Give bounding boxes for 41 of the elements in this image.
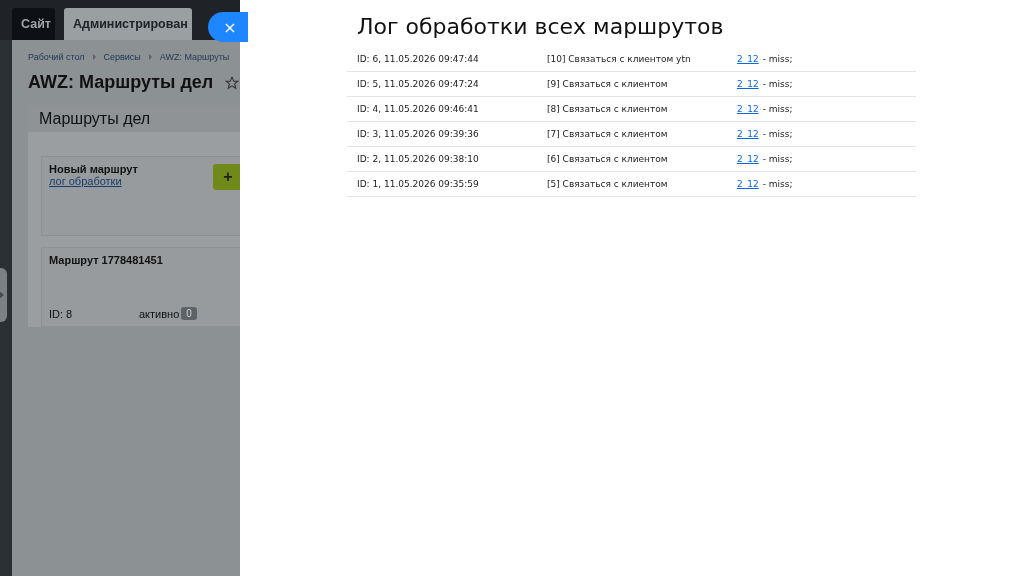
- table-cell-text: [9] Связаться с клиентом: [547, 79, 669, 89]
- table-cell-text: ID: 6, 11.05.2026 09:47:44: [357, 54, 480, 64]
- breadcrumb-link[interactable]: Рабочий стол: [28, 52, 85, 62]
- table-cell-text: [6] Связаться с клиентом: [547, 154, 669, 164]
- entity-link[interactable]: 2_12: [737, 54, 759, 64]
- table-cell-text: ID: 5, 11.05.2026 09:47:24: [357, 79, 480, 89]
- table-cell-text: ID: 1, 11.05.2026 09:35:59: [357, 179, 480, 189]
- table-cell-text: ID: 4, 11.05.2026 09:46:41: [357, 104, 480, 114]
- table-cell-text: [10] Связаться с клиентом ytn: [547, 54, 692, 64]
- route-id: ID: 8: [49, 307, 74, 320]
- table-cell-text: [7] Связаться с клиентом: [547, 129, 669, 139]
- table-cell: - miss;: [762, 79, 793, 89]
- table-cell-text: [8] Связаться с клиентом: [547, 104, 669, 114]
- table-cell: - miss;: [762, 154, 793, 164]
- table-cell: - miss;: [762, 104, 793, 114]
- breadcrumb-link[interactable]: Сервисы: [103, 52, 141, 62]
- table-cell: - miss;: [762, 54, 793, 64]
- add-button[interactable]: +: [213, 164, 240, 190]
- status-label: активно: [139, 307, 180, 320]
- entity-link[interactable]: 2_12: [737, 154, 759, 164]
- log-link[interactable]: лог обработки: [49, 175, 122, 187]
- star-icon[interactable]: [225, 75, 240, 90]
- table-cell: - miss;: [762, 129, 793, 139]
- entity-link[interactable]: 2_12: [737, 179, 759, 189]
- table-cell-text: ID: 2, 11.05.2026 09:38:10: [357, 154, 480, 164]
- tab[interactable]: Администрирован: [63, 8, 192, 40]
- route-title: Маршрут 1778481451: [49, 254, 164, 266]
- entity-link[interactable]: 2_12: [737, 79, 759, 89]
- card-title: Маршруты дел: [39, 109, 151, 128]
- entity-link[interactable]: 2_12: [737, 104, 759, 114]
- tab[interactable]: Сайт: [12, 8, 55, 40]
- breadcrumb-link[interactable]: AWZ: Маршруты: [159, 52, 230, 62]
- table-cell: - miss;: [762, 179, 793, 189]
- entity-link[interactable]: 2_12: [737, 129, 759, 139]
- table-cell-text: ID: 3, 11.05.2026 09:39:36: [357, 129, 480, 139]
- new-route-title: Новый маршрут: [49, 163, 139, 175]
- close-button[interactable]: ×: [208, 12, 248, 42]
- page-title: AWZ: Маршруты дел: [28, 72, 214, 93]
- table-cell-text: [5] Связаться с клиентом: [547, 179, 669, 189]
- count-badge: 0: [181, 307, 197, 320]
- slider-title: Лог обработки всех маршрутов: [357, 14, 725, 39]
